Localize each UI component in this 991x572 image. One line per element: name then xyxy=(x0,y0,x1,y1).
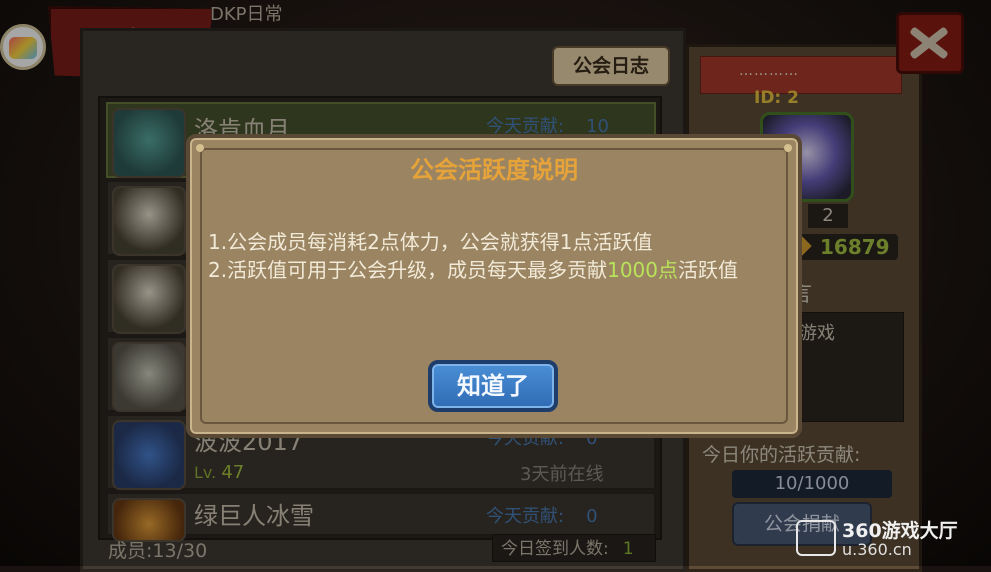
watermark-url: u.360.cn xyxy=(842,540,912,559)
watermark: 360游戏大厅 u.360.cn xyxy=(796,516,986,562)
dialog-line-1: 1.公会成员每消耗2点体力，公会就获得1点活跃值 xyxy=(208,230,653,254)
dialog-line-2-pre: 2.活跃值可用于公会升级，成员每天最多贡献 xyxy=(208,258,608,282)
gamepad-icon xyxy=(796,520,836,556)
dialog-title: 公会活跃度说明 xyxy=(410,156,578,184)
dialog-line-2-highlight: 1000点 xyxy=(607,258,678,282)
watermark-name: 360游戏大厅 xyxy=(842,520,958,542)
dialog-body: 1.公会成员每消耗2点体力，公会就获得1点活跃值 2.活跃值可用于公会升级，成员… xyxy=(208,228,774,284)
dialog-line-2-post: 活跃值 xyxy=(678,258,738,282)
ok-button[interactable]: 知道了 xyxy=(428,360,558,412)
dialog-line-2: 2.活跃值可用于公会升级，成员每天最多贡献1000点活跃值 xyxy=(208,256,774,284)
